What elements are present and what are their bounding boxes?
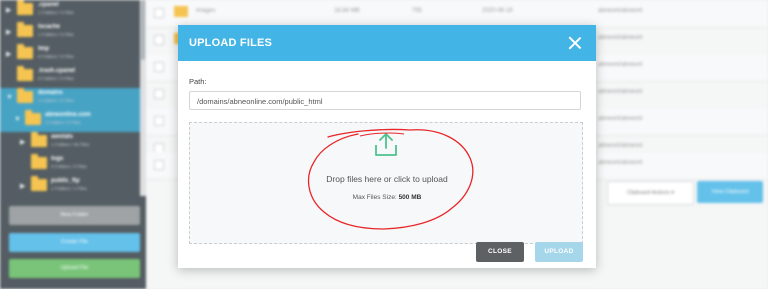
close-button[interactable]: CLOSE [476, 242, 524, 262]
upload-button[interactable]: UPLOAD [535, 242, 583, 262]
max-size-label: Max Files Size: [352, 194, 397, 201]
close-icon[interactable] [567, 35, 583, 51]
dropzone-text: Drop files here or click to upload [326, 174, 448, 184]
path-field[interactable]: /domains/abneonline.com/public_html [189, 91, 581, 110]
upload-files-modal: UPLOAD FILES Path: /domains/abneonline.c… [178, 25, 596, 268]
max-size-value: 500 MB [398, 194, 422, 201]
modal-title: UPLOAD FILES [189, 37, 273, 49]
path-label: Path: [189, 77, 207, 86]
upload-dropzone[interactable]: Drop files here or click to upload Max F… [189, 122, 583, 244]
max-file-size: Max Files Size: 500 MB [190, 194, 584, 201]
upload-icon [375, 133, 397, 156]
modal-header: UPLOAD FILES [178, 25, 596, 61]
